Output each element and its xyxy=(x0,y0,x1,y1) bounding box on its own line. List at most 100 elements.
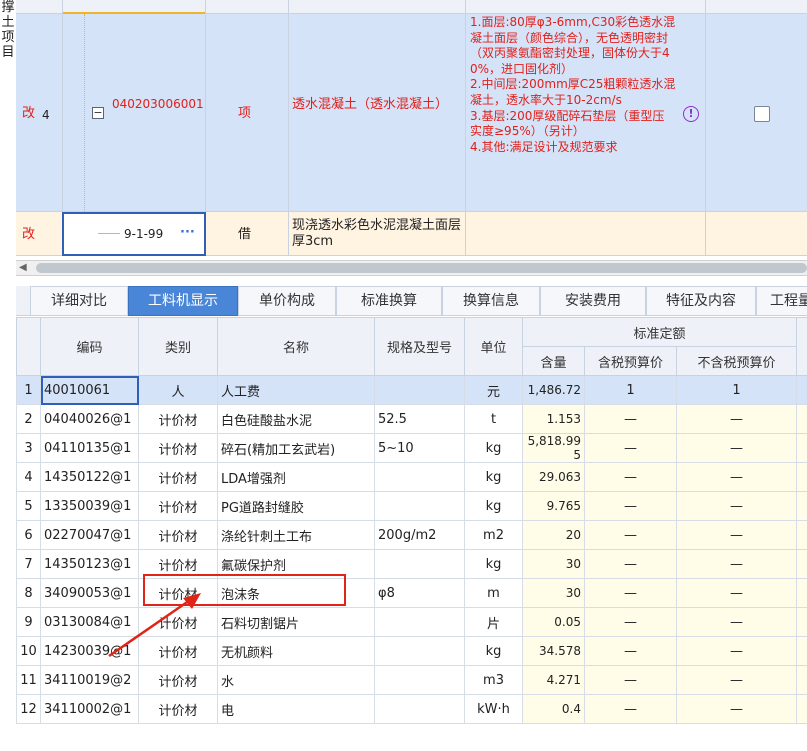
table-cell-tax[interactable]: — xyxy=(584,491,677,521)
table-cell-name[interactable]: LDA增强剂 xyxy=(217,462,375,492)
table-cell-spec[interactable] xyxy=(374,375,465,405)
table-cell-name[interactable]: 无机颜料 xyxy=(217,636,375,666)
table-cell-name[interactable]: 水 xyxy=(217,665,375,695)
table-cell-qty[interactable]: 1,486.72 xyxy=(522,375,585,405)
table-cell-unit[interactable]: t xyxy=(464,404,523,434)
col-code-header[interactable]: 编码 xyxy=(40,317,139,376)
tab-standard-conversion[interactable]: 标准换算 xyxy=(336,286,442,316)
table-cell-no[interactable]: 10 xyxy=(16,636,41,666)
table-cell-code[interactable]: 34110019@2 xyxy=(40,665,139,695)
table-cell-qty[interactable]: 0.4 xyxy=(522,694,585,724)
table-cell-notax[interactable]: — xyxy=(676,404,797,434)
table-cell-code[interactable]: 34110002@1 xyxy=(40,694,139,724)
table-cell-notax[interactable]: — xyxy=(676,636,797,666)
table-cell-unit[interactable]: m xyxy=(464,578,523,608)
table-row[interactable]: 7 14350123@1 计价材 氟碳保护剂 kg 30— — xyxy=(16,549,807,579)
table-cell-category[interactable]: 计价材 xyxy=(138,404,218,434)
table-cell-no[interactable]: 11 xyxy=(16,665,41,695)
tab-features[interactable]: 特征及内容 xyxy=(646,286,756,316)
table-cell-qty[interactable]: 30 xyxy=(522,549,585,579)
tab-quantity[interactable]: 工程量 xyxy=(756,286,807,316)
table-cell-tax[interactable]: — xyxy=(584,665,677,695)
table-cell-unit[interactable]: kg xyxy=(464,636,523,666)
table-cell-qty[interactable]: 9.765 xyxy=(522,491,585,521)
tab-materials[interactable]: 工料机显示 xyxy=(128,286,238,316)
table-cell-no[interactable]: 7 xyxy=(16,549,41,579)
table-cell-tax[interactable]: — xyxy=(584,520,677,550)
table-cell-category[interactable]: 计价材 xyxy=(138,433,218,463)
table-row[interactable]: 4 14350122@1 计价材 LDA增强剂 kg 29.063— — xyxy=(16,462,807,492)
table-row[interactable]: 2 04040026@1 计价材 白色硅酸盐水泥 52.5 t 1.153— — xyxy=(16,404,807,434)
table-cell-unit[interactable]: m3 xyxy=(464,665,523,695)
table-cell-spec[interactable] xyxy=(374,491,465,521)
table-cell-notax[interactable]: — xyxy=(676,665,797,695)
table-cell-unit[interactable]: kg xyxy=(464,491,523,521)
table-cell-notax[interactable]: — xyxy=(676,607,797,637)
table-cell-qty[interactable]: 30 xyxy=(522,578,585,608)
table-cell-category[interactable]: 计价材 xyxy=(138,694,218,724)
table-cell-qty[interactable]: 34.578 xyxy=(522,636,585,666)
col-unit-header[interactable]: 单位 xyxy=(464,317,523,376)
table-cell-tax[interactable]: — xyxy=(584,404,677,434)
table-cell-spec[interactable] xyxy=(374,636,465,666)
table-cell-category[interactable]: 计价材 xyxy=(138,462,218,492)
table-cell-no[interactable]: 1 xyxy=(16,375,41,405)
table-cell-name[interactable]: 碎石(精加工玄武岩) xyxy=(217,433,375,463)
table-cell-unit[interactable]: kg xyxy=(464,462,523,492)
more-icon[interactable]: ··· xyxy=(180,225,195,241)
table-cell-unit[interactable]: kW·h xyxy=(464,694,523,724)
table-cell-tax[interactable]: — xyxy=(584,578,677,608)
table-row[interactable]: 5 13350039@1 计价材 PG道路封缝胶 kg 9.765— — xyxy=(16,491,807,521)
table-cell-spec[interactable]: 200g/m2 xyxy=(374,520,465,550)
table-cell-qty[interactable]: 0.05 xyxy=(522,607,585,637)
table-cell-qty[interactable]: 20 xyxy=(522,520,585,550)
table-cell-unit[interactable]: kg xyxy=(464,549,523,579)
table-cell-unit[interactable]: m2 xyxy=(464,520,523,550)
table-cell-spec[interactable] xyxy=(374,665,465,695)
table-cell-tax[interactable]: — xyxy=(584,462,677,492)
table-cell-unit[interactable]: kg xyxy=(464,433,523,463)
table-cell-spec[interactable] xyxy=(374,694,465,724)
table-cell-qty[interactable]: 29.063 xyxy=(522,462,585,492)
table-cell-code[interactable]: 02270047@1 xyxy=(40,520,139,550)
table-row[interactable]: 1 40010061 人人工费元 1,486.72 1 1 xyxy=(16,375,807,405)
table-cell-notax[interactable]: — xyxy=(676,462,797,492)
table-cell-spec[interactable] xyxy=(374,462,465,492)
table-cell-unit[interactable]: 元 xyxy=(464,375,523,405)
tab-conversion-info[interactable]: 换算信息 xyxy=(442,286,540,316)
row4-checkbox[interactable] xyxy=(754,106,770,122)
table-cell-tax[interactable]: — xyxy=(584,549,677,579)
table-cell-notax[interactable]: — xyxy=(676,520,797,550)
col-name-header[interactable]: 名称 xyxy=(217,317,375,376)
table-cell-unit[interactable]: 片 xyxy=(464,607,523,637)
table-cell-category[interactable]: 人 xyxy=(138,375,218,405)
collapse-icon[interactable]: − xyxy=(92,107,104,119)
table-row[interactable]: 3 04110135@1 计价材 碎石(精加工玄武岩) 5~10 kg 5,818.995 —… xyxy=(16,433,807,463)
table-cell-code[interactable]: 04110135@1 xyxy=(40,433,139,463)
table-cell-notax[interactable]: — xyxy=(676,549,797,579)
table-cell-qty[interactable]: 1.153 xyxy=(522,404,585,434)
table-cell-notax[interactable]: — xyxy=(676,433,797,463)
table-cell-spec[interactable] xyxy=(374,607,465,637)
table-cell-tax[interactable]: — xyxy=(584,694,677,724)
table-cell-name[interactable]: 涤纶针刺土工布 xyxy=(217,520,375,550)
table-cell-code[interactable]: 14350123@1 xyxy=(40,549,139,579)
table-cell-tax[interactable]: 1 xyxy=(584,375,677,405)
table-cell-code[interactable]: 04040026@1 xyxy=(40,404,139,434)
table-cell-notax[interactable]: — xyxy=(676,578,797,608)
table-cell-no[interactable]: 5 xyxy=(16,491,41,521)
table-cell-spec[interactable] xyxy=(374,549,465,579)
table-cell-name[interactable]: 白色硅酸盐水泥 xyxy=(217,404,375,434)
table-cell-notax[interactable]: — xyxy=(676,491,797,521)
table-cell-qty[interactable]: 5,818.995 xyxy=(522,433,585,463)
table-cell-spec[interactable]: 52.5 xyxy=(374,404,465,434)
tab-detail-compare[interactable]: 详细对比 xyxy=(30,286,128,316)
table-cell-category[interactable]: 计价材 xyxy=(138,665,218,695)
table-cell-no[interactable]: 4 xyxy=(16,462,41,492)
table-cell-no[interactable]: 3 xyxy=(16,433,41,463)
col-qty-header[interactable]: 含量 xyxy=(522,346,585,376)
table-cell-notax[interactable]: 1 xyxy=(676,375,797,405)
tab-unit-price[interactable]: 单价构成 xyxy=(238,286,336,316)
table-cell-name[interactable]: PG道路封缝胶 xyxy=(217,491,375,521)
table-cell-spec[interactable]: 5~10 xyxy=(374,433,465,463)
